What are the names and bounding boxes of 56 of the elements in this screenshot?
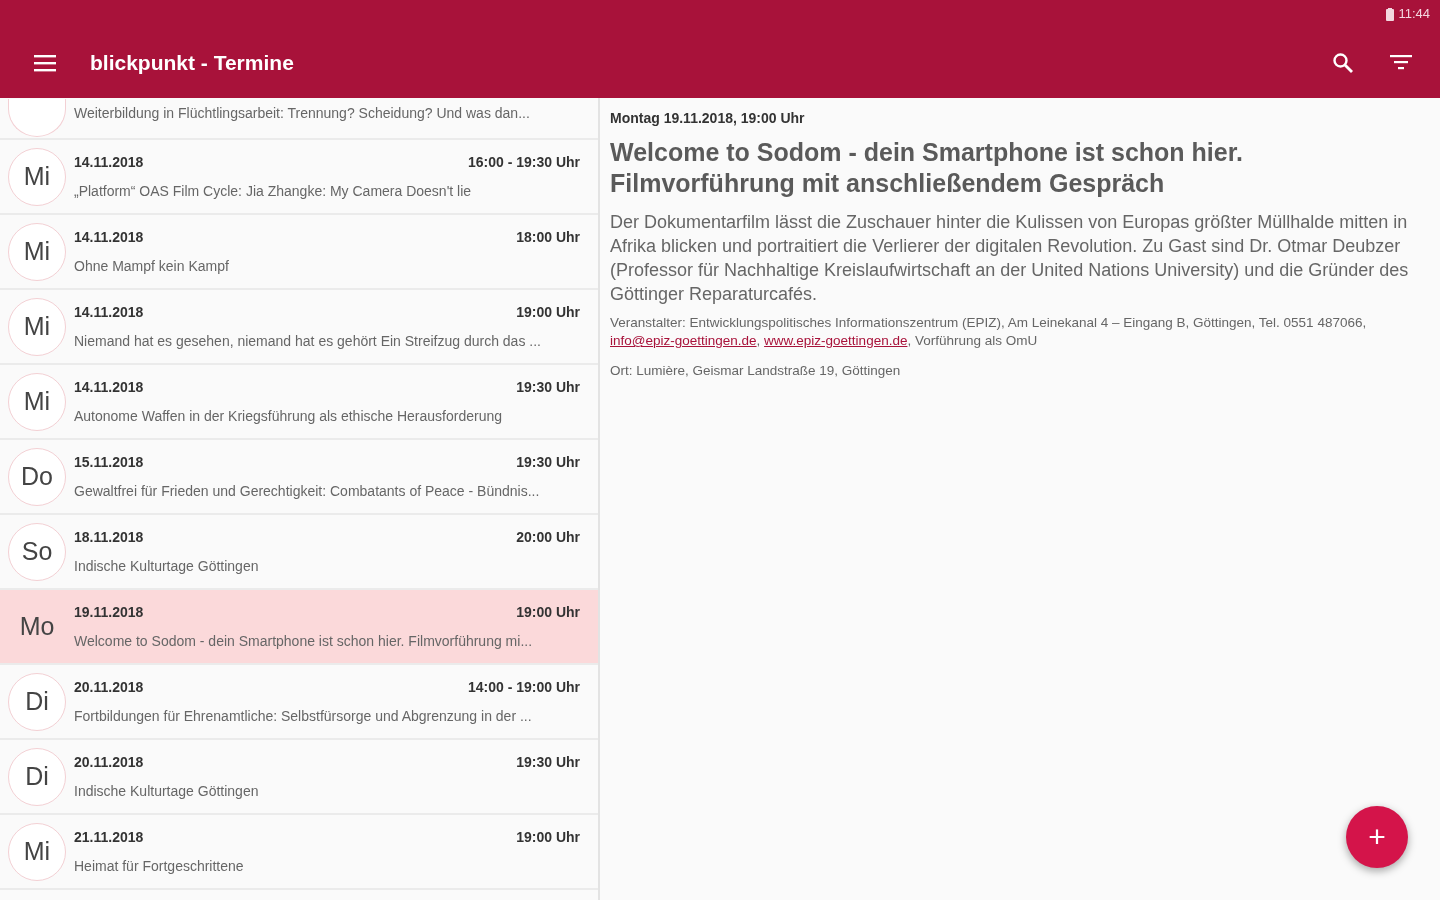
- event-time: 14:00 - 19:00 Uhr: [467, 677, 580, 697]
- event-time: 19:00 Uhr: [516, 602, 580, 622]
- event-title: „Platform“ OAS Film Cycle: Jia Zhangke: My Camera Doesn't lie: [74, 181, 473, 201]
- event-date: 15.11.2018: [74, 452, 144, 472]
- weekday-label: Mo: [19, 610, 55, 642]
- event-time: 16:00 - 19:30 Uhr: [467, 152, 580, 172]
- event-time: 19:30 Uhr: [516, 377, 580, 397]
- weekday-label: Mi: [23, 235, 51, 267]
- event-date: 14.11.2018: [74, 377, 144, 397]
- event-title: Ohne Mampf kein Kampf: [74, 256, 230, 276]
- menu-icon[interactable]: [34, 54, 58, 72]
- event-date: 20.11.2018: [74, 752, 144, 772]
- event-datetime: Montag 19.11.2018, 19:00 Uhr: [610, 109, 806, 128]
- app-title: blickpunkt - Termine: [90, 50, 294, 77]
- event-description: Der Dokumentarfilm lässt die Zuschauer hinter die Kulissen von Europas größter Müllhalde mitten in Afrika blicken und portraitiert die Verlierer der digitalen Revolution. Zu Gast sind Dr. Otmar Deubzer (Professor für Nachhaltige Kreislaufwirtschaft an der United Nations University) und die Gründer des Göttinger Reparaturcafés.: [610, 210, 1410, 306]
- battery-icon: [1386, 7, 1395, 21]
- organizer-text: Veranstalter: Entwicklungspolitisches Informationszentrum (EPIZ), Am Leinekanal 4 – Eingang B, Göttingen, Tel. 0551 487066, info@epiz-goettingen.de, www.epiz-goettingen.de, Vorführung als OmU: [610, 313, 1368, 351]
- event-title: Welcome to Sodom - dein Smartphone ist schon hier. Filmvorführung mi...: [74, 631, 534, 651]
- search-icon[interactable]: [1332, 52, 1354, 74]
- link[interactable]: info@epiz-goettingen.de: [610, 333, 757, 349]
- event-row[interactable]: Weiterbildung in Flüchtlingsarbeit: Trennung? Scheidung? Und was dan...: [0, 98, 598, 140]
- event-heading: Welcome to Sodom - dein Smartphone ist schon hier. Filmvorführung mit anschließendem Gespräch: [610, 137, 1244, 200]
- event-time: 19:00 Uhr: [516, 827, 580, 847]
- clock-time: 11:44: [1398, 5, 1430, 24]
- event-location: Ort: Lumière, Geismar Landstraße 19, Göttingen: [610, 362, 902, 381]
- event-date: 21.11.2018: [74, 827, 144, 847]
- event-date: 18.11.2018: [74, 527, 144, 547]
- event-date: 19.11.2018: [74, 602, 144, 622]
- event-row[interactable]: Mo 19.11.2018 19:00 Uhr Welcome to Sodom - dein Smartphone ist schon hier. Filmvorführung mi...: [0, 590, 598, 665]
- event-date: 20.11.2018: [74, 677, 144, 697]
- event-date: 14.11.2018: [74, 152, 144, 172]
- event-title: Niemand hat es gesehen, niemand hat es gehört Ein Streifzug durch das ...: [74, 331, 542, 351]
- event-time: 18:00 Uhr: [516, 227, 580, 247]
- event-time: 19:00 Uhr: [516, 302, 580, 322]
- event-time: 19:30 Uhr: [516, 752, 580, 772]
- event-title: Weiterbildung in Flüchtlingsarbeit: Trennung? Scheidung? Und was dan...: [74, 104, 531, 123]
- event-date: 14.11.2018: [74, 302, 144, 322]
- event-title: Fortbildungen für Ehrenamtliche: Selbstfürsorge und Abgrenzung in der ...: [74, 706, 533, 726]
- weekday-label: Mi: [23, 160, 51, 192]
- weekday-label: Mi: [23, 835, 51, 867]
- event-time: 20:00 Uhr: [516, 527, 580, 547]
- event-title: Indische Kulturtage Göttingen: [74, 556, 260, 576]
- event-title: Gewaltfrei für Frieden und Gerechtigkeit: Combatants of Peace - Bündnis...: [74, 481, 541, 501]
- event-time: 19:30 Uhr: [516, 452, 580, 472]
- add-button[interactable]: +: [1346, 806, 1408, 868]
- weekday-label: Mi: [23, 310, 51, 342]
- event-title: Indische Kulturtage Göttingen: [74, 781, 260, 801]
- weekday-label: Mi: [23, 385, 51, 417]
- weekday-label: Do: [21, 460, 53, 492]
- event-title: Heimat für Fortgeschrittene: [74, 856, 245, 876]
- event-title: Autonome Waffen in der Kriegsführung als ethische Herausforderung: [74, 406, 504, 426]
- weekday-label: So: [21, 535, 53, 567]
- filter-icon[interactable]: [1390, 55, 1412, 71]
- weekday-label: Di: [25, 760, 49, 792]
- weekday-label: Di: [25, 685, 49, 717]
- event-date: 14.11.2018: [74, 227, 144, 247]
